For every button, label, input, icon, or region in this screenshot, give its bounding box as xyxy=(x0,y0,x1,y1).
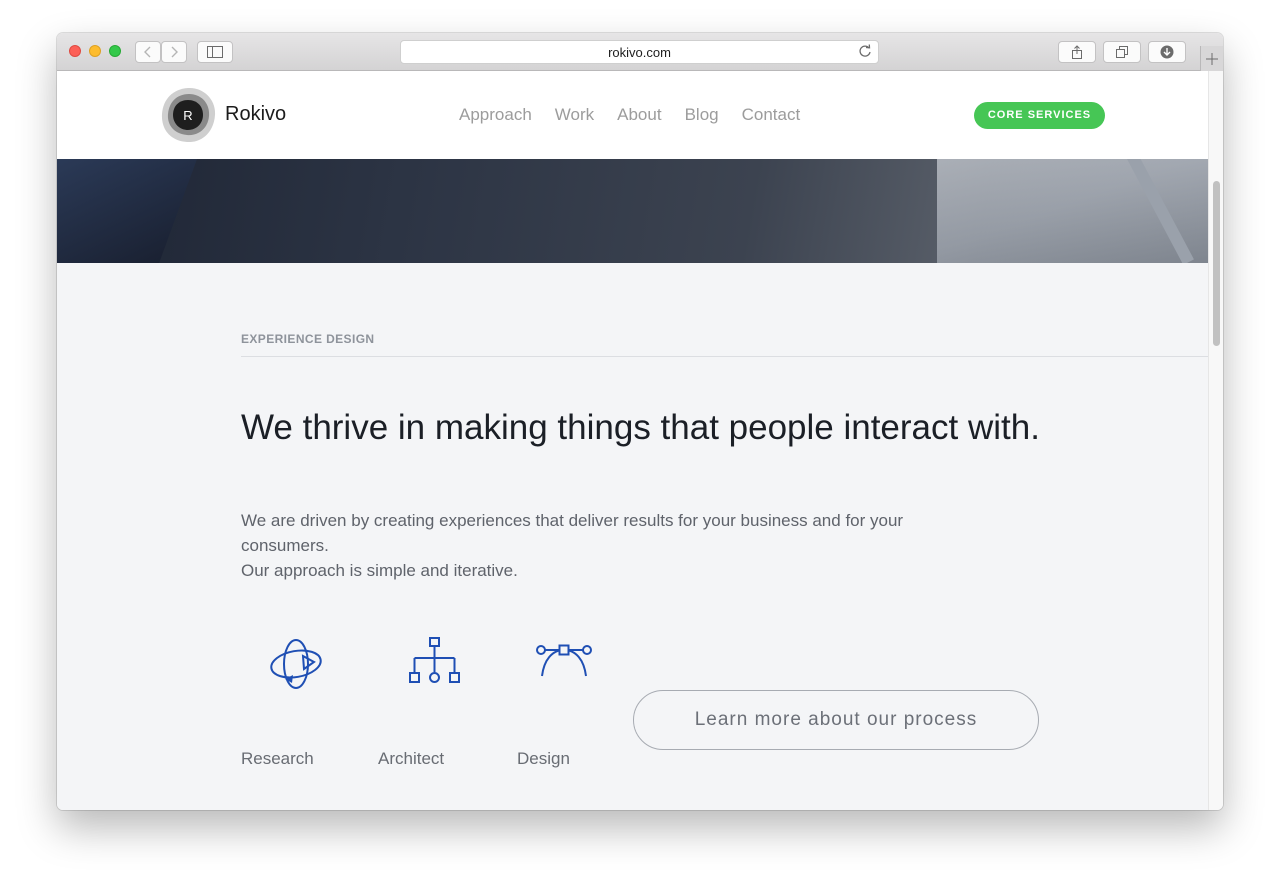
tabs-overview-button[interactable] xyxy=(1103,41,1141,63)
back-button[interactable] xyxy=(135,41,161,63)
forward-button[interactable] xyxy=(161,41,187,63)
address-bar[interactable]: rokivo.com xyxy=(400,40,879,64)
tabs-icon xyxy=(1116,46,1128,58)
sidebar-toggle-button[interactable] xyxy=(197,41,233,63)
feature-label-design: Design xyxy=(517,749,570,768)
reload-icon[interactable] xyxy=(858,44,872,58)
learn-more-process-button[interactable]: Learn more about our process xyxy=(633,690,1039,750)
chevron-right-icon xyxy=(171,46,178,58)
logo-initial: R xyxy=(183,108,192,123)
chevron-left-icon xyxy=(144,46,151,58)
browser-window: rokivo.com R Rokivo Approach Work About xyxy=(57,33,1223,810)
nav-about[interactable]: About xyxy=(617,105,661,125)
site-header: R Rokivo Approach Work About Blog Contac… xyxy=(57,71,1208,159)
share-icon xyxy=(1072,45,1082,59)
url-text: rokivo.com xyxy=(608,45,671,60)
nav-work[interactable]: Work xyxy=(555,105,594,125)
nav-contact[interactable]: Contact xyxy=(742,105,801,125)
feature-label-research: Research xyxy=(241,749,314,768)
nav-approach[interactable]: Approach xyxy=(459,105,532,125)
logo-text[interactable]: Rokivo xyxy=(225,103,286,126)
body-paragraph: We are driven by creating experiences th… xyxy=(241,511,904,555)
feature-label-architect: Architect xyxy=(378,749,445,768)
plus-icon xyxy=(1206,52,1218,65)
nav-blog[interactable]: Blog xyxy=(685,105,719,125)
browser-toolbar: rokivo.com xyxy=(57,33,1223,71)
close-window-button[interactable] xyxy=(69,45,81,57)
body-paragraph-2: Our approach is simple and iterative. xyxy=(241,561,518,580)
hero-image xyxy=(57,159,1208,263)
minimize-window-button[interactable] xyxy=(89,45,101,57)
zoom-window-button[interactable] xyxy=(109,45,121,57)
scrollbar-thumb[interactable] xyxy=(1213,181,1220,346)
download-icon xyxy=(1160,45,1174,59)
orbit-icon xyxy=(270,639,322,689)
downloads-button[interactable] xyxy=(1148,41,1186,63)
bezier-curve-icon xyxy=(536,644,592,677)
section-divider xyxy=(241,356,1208,357)
section-body: We are driven by creating experiences th… xyxy=(241,508,981,583)
sitemap-icon xyxy=(409,637,460,683)
experience-design-section: EXPERIENCE DESIGN We thrive in making th… xyxy=(57,263,1208,810)
section-headline: We thrive in making things that people i… xyxy=(241,408,1040,447)
section-label: EXPERIENCE DESIGN xyxy=(241,332,375,346)
core-services-button[interactable]: CORE SERVICES xyxy=(974,102,1105,129)
share-button[interactable] xyxy=(1058,41,1096,63)
main-nav: Approach Work About Blog Contact xyxy=(459,105,823,125)
new-tab-button[interactable] xyxy=(1200,46,1223,71)
sidebar-icon xyxy=(207,46,223,58)
page-scrollbar[interactable] xyxy=(1208,71,1223,810)
rokivo-logo[interactable]: R xyxy=(159,86,217,144)
